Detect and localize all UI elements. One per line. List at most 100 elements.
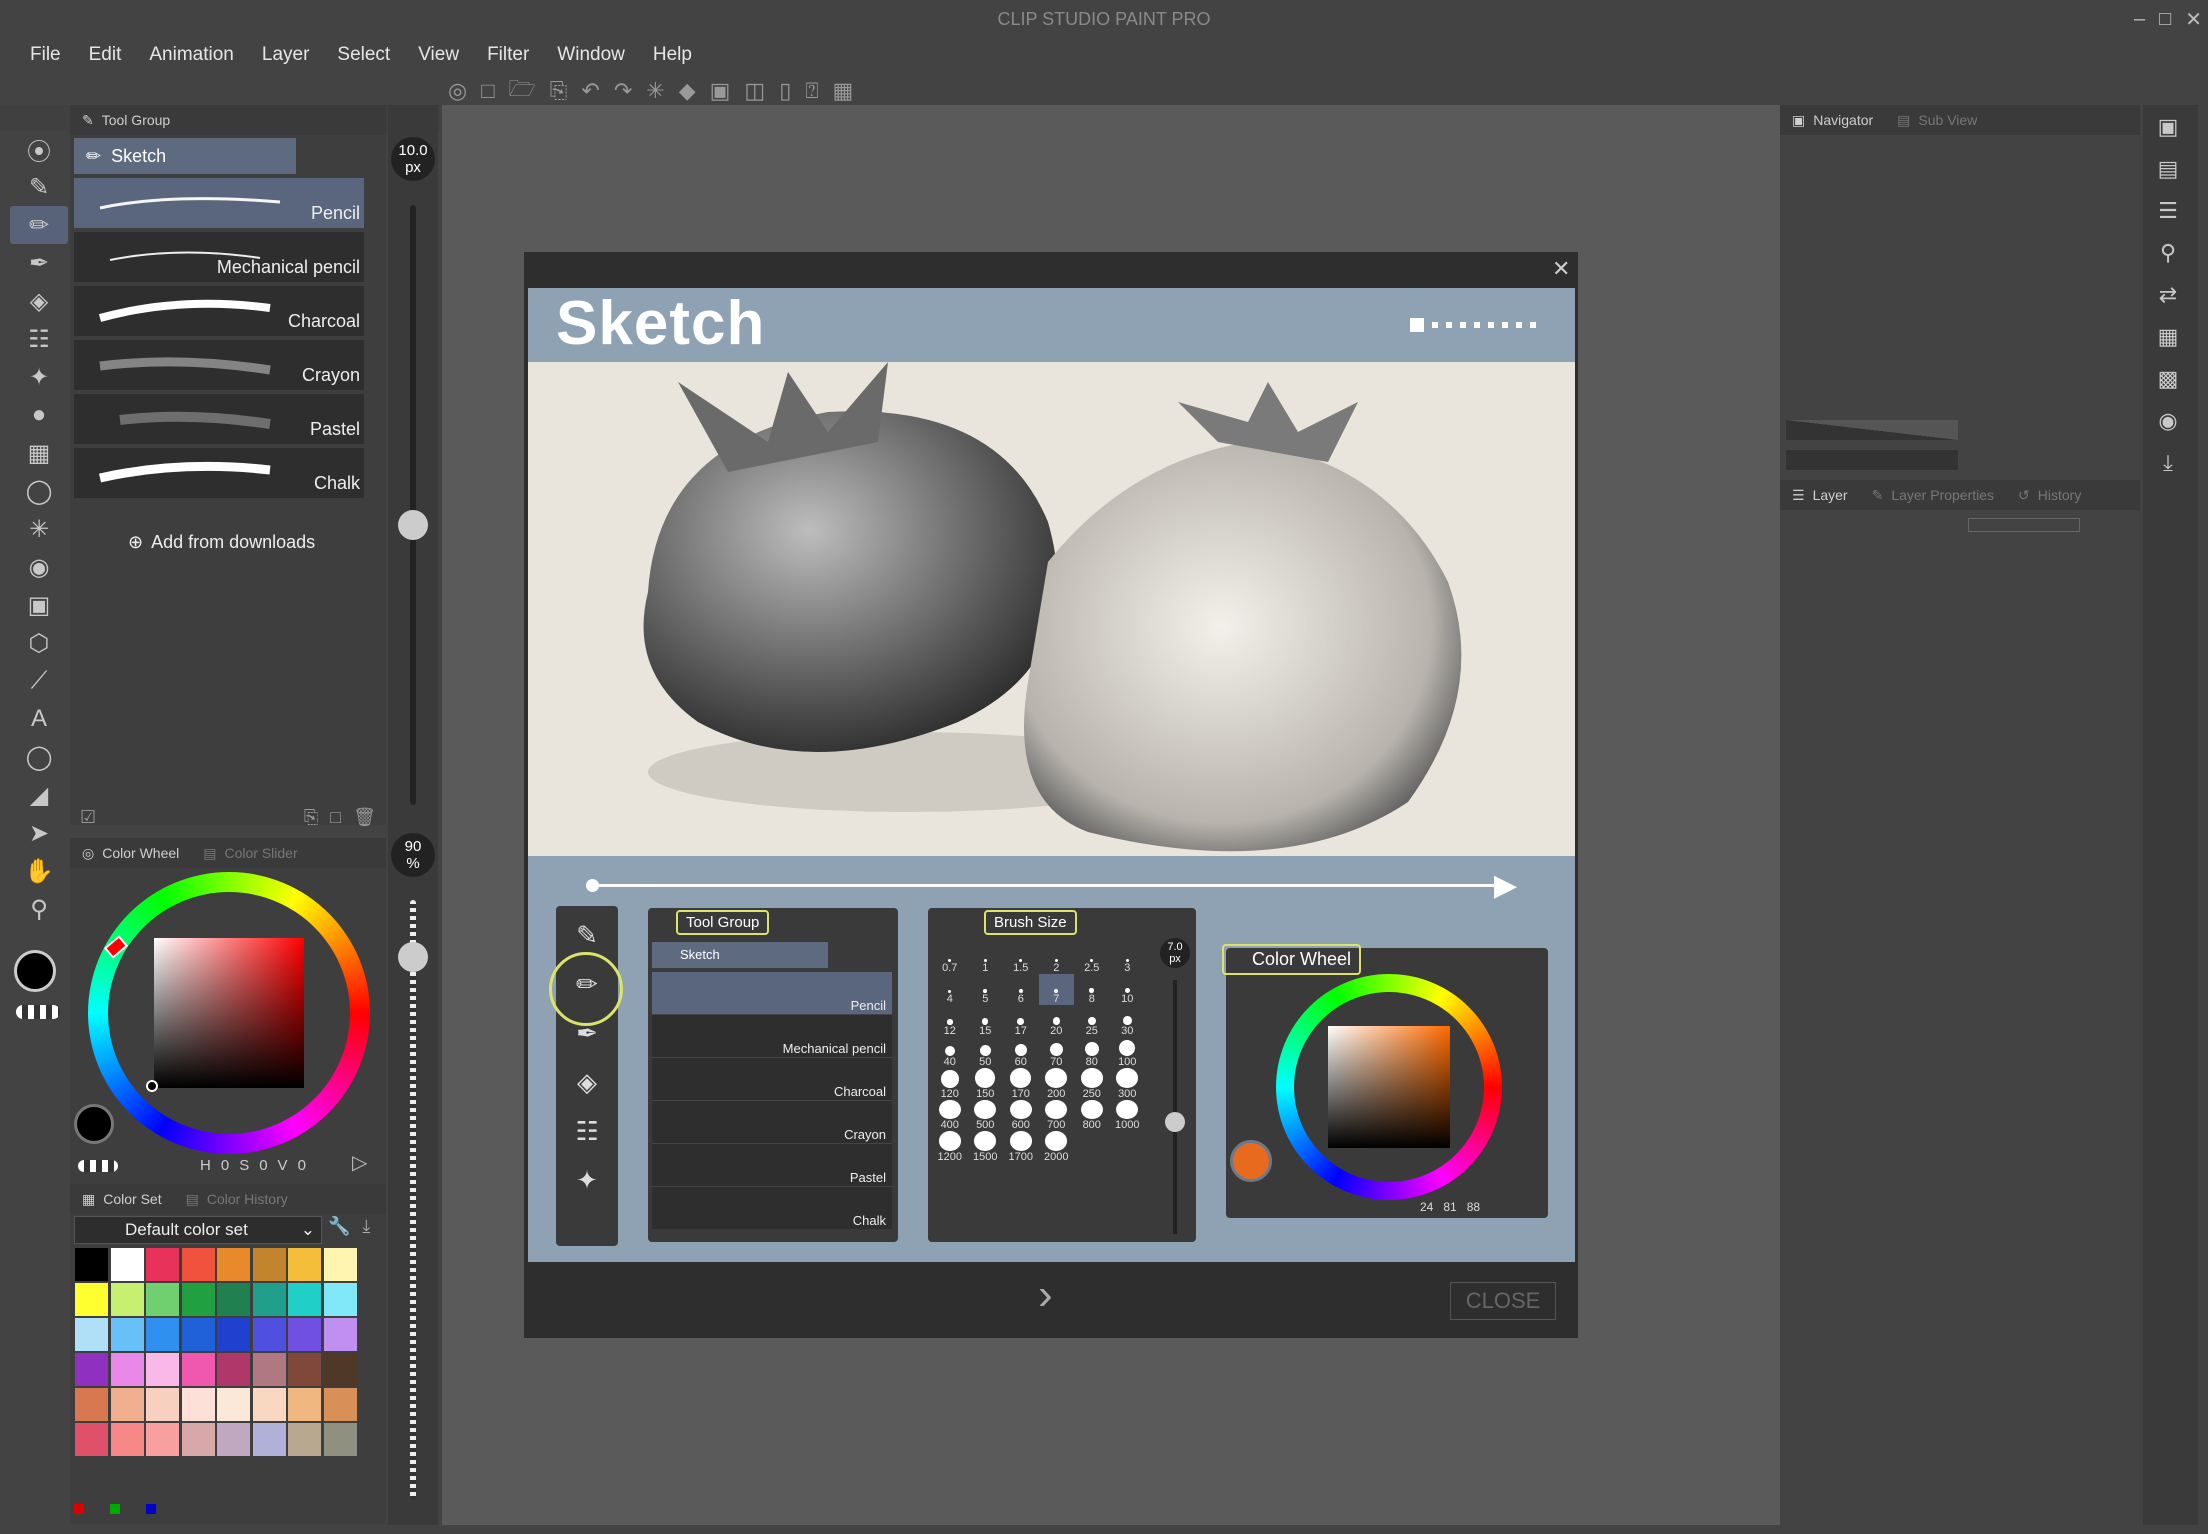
color-swatch[interactable] [180,1352,216,1387]
gradient-icon[interactable]: ▣ [10,586,68,624]
navigator-rail-icon[interactable]: ▣ [2143,106,2193,148]
color-swatch[interactable] [322,1387,358,1422]
animation-rail-icon[interactable]: ⇄ [2143,274,2193,316]
menu-animation[interactable]: Animation [137,44,250,66]
color-swatch[interactable] [287,1352,322,1387]
tab-color-set[interactable]: ▦ Color Set [70,1184,174,1214]
clip-studio-icon[interactable]: ◎ [448,78,467,104]
material-rail-icon[interactable]: ▦ [2143,316,2193,358]
tab-color-history[interactable]: ▤ Color History [174,1184,300,1214]
fill-icon[interactable]: ◆ [679,78,696,104]
operation-icon[interactable]: ⦿ [10,130,68,168]
3d-object-icon[interactable]: ⬡ [10,624,68,662]
frame-icon[interactable]: ◢ [10,776,68,814]
lasso-icon[interactable]: ◯ [10,472,68,510]
color-swatch[interactable] [287,1247,322,1282]
color-swatch[interactable] [322,1247,358,1282]
color-swatch[interactable] [216,1422,251,1457]
balloon-icon[interactable]: ◯ [10,738,68,776]
tab-tool-group[interactable]: ✎ Tool Group [70,105,182,135]
menu-filter[interactable]: Filter [475,44,545,66]
menu-help[interactable]: Help [641,44,708,66]
add-from-downloads-button[interactable]: ⊕ Add from downloads [128,532,315,553]
color-swatch[interactable] [322,1317,358,1352]
airbrush-icon[interactable]: ☷ [10,320,68,358]
settings-icon[interactable]: ☑ [80,807,96,828]
settings-icon[interactable]: ▦ [833,78,854,104]
camera-rail-icon[interactable]: ◉ [2143,400,2193,442]
line-icon[interactable]: ⟋ [10,662,68,700]
magic-wand-icon[interactable]: ✳ [10,510,68,548]
color-swatch[interactable] [74,1282,109,1317]
fill-bucket-icon[interactable]: ◉ [10,548,68,586]
save-icon[interactable]: ⎘ [550,78,568,104]
color-swatch[interactable] [145,1282,180,1317]
color-swatch[interactable] [322,1352,358,1387]
pen-icon[interactable]: ✎ [10,168,68,206]
color-swatch[interactable] [145,1247,180,1282]
tab-layer[interactable]: ☰ Layer [1780,480,1860,510]
text-icon[interactable]: A [10,700,68,738]
menu-layer[interactable]: Layer [250,44,326,66]
color-swatch[interactable] [216,1282,251,1317]
transparent-color-chip[interactable] [16,1005,60,1019]
flip-icon[interactable]: ◫ [744,78,765,104]
tool-group-sketch[interactable]: ✏ Sketch [74,138,296,174]
color-swatch[interactable] [74,1247,109,1282]
color-swatch[interactable] [180,1282,216,1317]
color-swatch[interactable] [74,1317,109,1352]
brush-item[interactable]: Pastel [74,394,364,446]
color-swatch[interactable] [74,1422,109,1457]
tab-sub-view[interactable]: ▤ Sub View [1885,105,1989,135]
wheel-main-color[interactable] [74,1104,114,1144]
item-bank-rail-icon[interactable]: ▩ [2143,358,2193,400]
color-swatch[interactable] [145,1352,180,1387]
close-button[interactable]: CLOSE [1450,1282,1556,1320]
tab-history[interactable]: ↺ History [2006,480,2093,510]
blue-swatch-icon[interactable] [146,1504,156,1514]
sub-view-rail-icon[interactable]: ▤ [2143,148,2193,190]
help-icon[interactable]: ⍰ [805,78,818,104]
menu-edit[interactable]: Edit [77,44,138,66]
opacity-handle[interactable] [398,942,428,972]
navigator-rotate-slider[interactable] [1786,450,1958,470]
new-file-icon[interactable]: □ [481,78,494,104]
color-swatch[interactable] [74,1352,109,1387]
eyedropper-icon[interactable]: ⚲ [10,890,68,928]
color-swatch[interactable] [145,1387,180,1422]
brush-item[interactable]: Mechanical pencil [74,232,364,284]
redo-icon[interactable]: ↷ [614,78,632,104]
mesh-icon[interactable]: ▦ [10,434,68,472]
color-swatch[interactable] [109,1282,145,1317]
sv-cursor[interactable] [146,1080,158,1092]
color-swatch[interactable] [251,1422,287,1457]
color-swatch[interactable] [180,1422,216,1457]
transform-icon[interactable]: ▣ [710,78,731,104]
color-swatch[interactable] [145,1317,180,1352]
brush-item[interactable]: Chalk [74,448,364,500]
spinner-icon[interactable]: ✳ [646,78,664,104]
tab-navigator[interactable]: ▣ Navigator [1780,105,1885,135]
layer-opacity-field[interactable] [1968,518,2080,532]
wheel-transparent-chip[interactable] [78,1160,118,1172]
color-swatch[interactable] [74,1387,109,1422]
eraser-icon[interactable]: ◈ [10,282,68,320]
color-swatch[interactable] [109,1387,145,1422]
color-swatch[interactable] [322,1282,358,1317]
red-swatch-icon[interactable] [74,1504,84,1514]
copy-icon[interactable]: ⎘ [304,807,318,828]
import-icon[interactable]: ⤓ [362,1216,370,1237]
undo-icon[interactable]: ↶ [581,78,599,104]
color-mode-icon[interactable]: ▷ [352,1150,367,1175]
layer-rail-icon[interactable]: ☰ [2143,190,2193,232]
color-set-dropdown[interactable]: Default color set ⌄ [74,1216,322,1244]
brush-size-handle[interactable] [398,510,428,540]
opacity-slider[interactable] [410,900,416,1500]
color-swatch[interactable] [287,1317,322,1352]
hand-icon[interactable]: ✋ [10,852,68,890]
next-page-icon[interactable]: › [1038,1270,1053,1320]
color-swatch[interactable] [180,1317,216,1352]
color-swatch[interactable] [109,1422,145,1457]
color-swatch[interactable] [145,1422,180,1457]
color-swatch[interactable] [180,1247,216,1282]
